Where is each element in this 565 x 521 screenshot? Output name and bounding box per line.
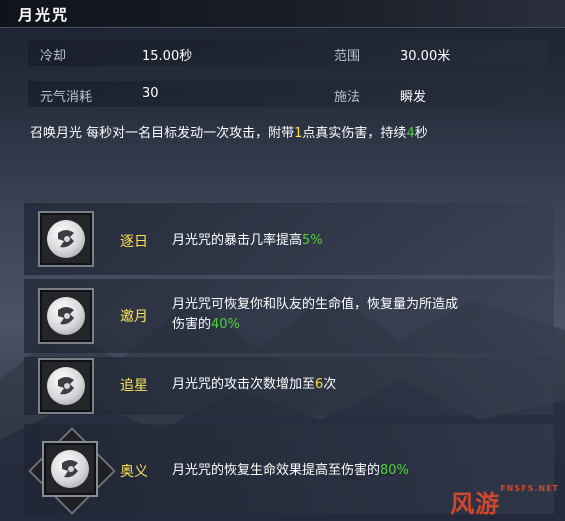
cast-type-value: 瞬发: [400, 90, 427, 105]
moon-spell-icon: [38, 211, 94, 267]
talent-description: 月光咒的暴击几率提高5%: [172, 233, 323, 248]
talent-name: 追星: [120, 378, 148, 394]
stat-row-2: 元气消耗 30 施法 瞬发: [28, 81, 548, 107]
moon-spell-icon: [38, 288, 94, 344]
skill-title: 月光咒: [18, 6, 70, 24]
cooldown-label: 冷却: [40, 49, 67, 64]
talent-row-yaoyue[interactable]: 邀月 月光咒可恢复你和队友的生命值，恢复量为所造成 伤害的40%: [24, 279, 554, 353]
talent-name: 逐日: [120, 234, 148, 250]
title-bar: 月光咒: [0, 0, 565, 28]
talent-description: 月光咒的恢复生命效果提高至伤害的80%: [172, 463, 409, 478]
moon-spell-icon: [42, 441, 98, 497]
talent-row-zhuixing[interactable]: 追星 月光咒的攻击次数增加至6次: [24, 357, 554, 415]
range-label: 范围: [334, 49, 361, 64]
talent-name: 邀月: [120, 309, 148, 325]
talent-description: 月光咒可恢复你和队友的生命值，恢复量为所造成 伤害的40%: [172, 297, 459, 332]
skill-description: 召唤月光 每秒对一名目标发动一次攻击，附带1点真实伤害，持续4秒: [30, 126, 428, 141]
cooldown-value: 15.00秒: [142, 49, 193, 64]
site-watermark-logo: 风游FNSFS.NET: [450, 484, 559, 518]
talent-row-zhuri[interactable]: 逐日 月光咒的暴击几率提高5%: [24, 203, 554, 275]
moon-spell-icon: [38, 358, 94, 414]
energy-cost-label: 元气消耗: [40, 90, 93, 105]
duration-number: 4: [406, 126, 415, 141]
stat-row-1: 冷却 15.00秒 范围 30.00米: [28, 40, 548, 66]
talent-description: 月光咒的攻击次数增加至6次: [172, 377, 337, 392]
range-value: 30.00米: [400, 49, 451, 64]
talent-name: 奥义: [120, 464, 148, 480]
cast-type-label: 施法: [334, 90, 361, 105]
energy-cost-value: 30: [142, 86, 159, 101]
